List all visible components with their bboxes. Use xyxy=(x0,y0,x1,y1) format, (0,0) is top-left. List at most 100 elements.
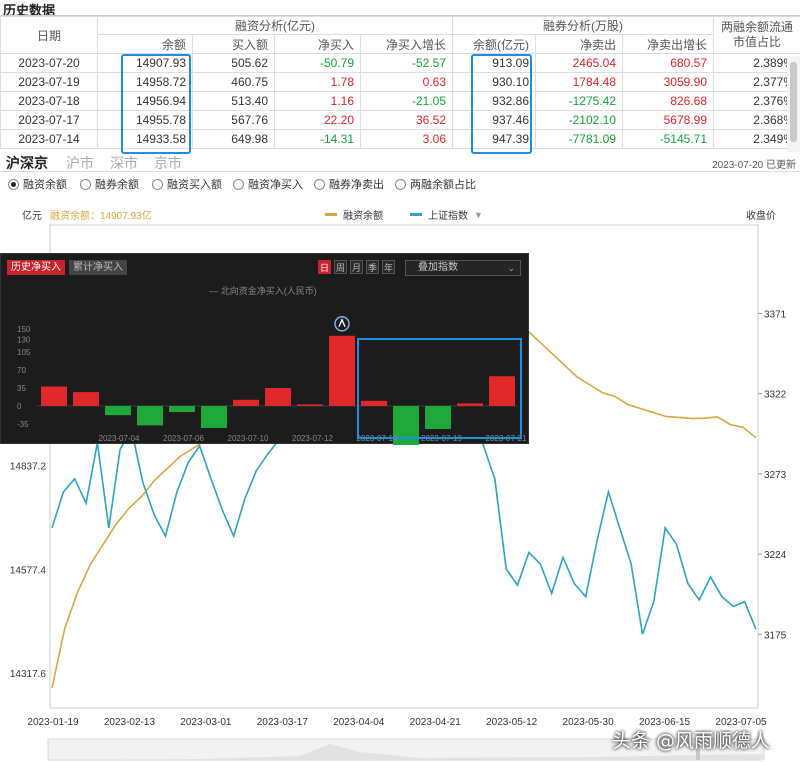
cell-net-sell-growth: 826.68 xyxy=(622,91,714,111)
radio-label: 融资净买入 xyxy=(248,179,303,191)
cell-fin-balance: 14955.78 xyxy=(97,110,193,130)
history-header: 历史数据 xyxy=(0,0,800,18)
peak-marker xyxy=(334,316,350,332)
cell-net-buy-growth: -21.05 xyxy=(360,91,453,111)
cell-buy: 513.40 xyxy=(192,91,275,111)
cell-net-sell-growth: -5145.71 xyxy=(622,129,714,149)
table-row[interactable]: 2023-07-17 14955.78 567.76 22.20 36.52 937.46… xyxy=(0,110,800,130)
radio-fin-balance[interactable]: 融资余额 xyxy=(8,176,67,192)
x-tick-label: 2023-07-10 xyxy=(228,434,269,443)
col-header[interactable]: 净买入增长 xyxy=(360,34,453,54)
cell-sec-balance: 932.86 xyxy=(452,91,536,111)
history-table: 日期 融资分析(亿元) 融券分析(万股) 两融余额流通市值占比 余额 买入额 净买入… xyxy=(0,16,800,149)
radio-sec-balance[interactable]: 融券余额 xyxy=(80,176,139,192)
cell-fin-balance: 14907.93 xyxy=(97,53,193,73)
y-tick-label: -35 xyxy=(17,420,29,429)
cell-net-buy-growth: 0.63 xyxy=(360,72,453,92)
cell-fin-balance: 14958.72 xyxy=(97,72,193,92)
cell-net-buy: 1.78 xyxy=(274,72,361,92)
cell-buy: 460.75 xyxy=(192,72,275,92)
radio-ratio[interactable]: 两融余额占比 xyxy=(395,176,476,192)
cell-buy: 649.98 xyxy=(192,129,275,149)
y-tick-label: 0 xyxy=(17,402,22,411)
x-tick-label: 2023-01-19 xyxy=(27,717,79,728)
tab-sz[interactable]: 深市 xyxy=(110,153,138,173)
radio-dot[interactable] xyxy=(233,178,244,190)
radio-dot[interactable] xyxy=(8,178,19,190)
cell-buy: 567.76 xyxy=(192,110,275,130)
x-tick-label: 2023-07-12 xyxy=(292,434,333,443)
cell-date: 2023-07-20 xyxy=(0,53,98,73)
tab-bj[interactable]: 京市 xyxy=(154,153,182,173)
table-row[interactable]: 2023-07-14 14933.58 649.98 -14.31 3.06 947.39… xyxy=(0,129,800,149)
metric-options: 融资余额 融券余额 融资买入额 融资净买入 融券净卖出 两融余额占比 xyxy=(0,176,800,194)
cell-net-buy: -14.31 xyxy=(274,129,361,149)
col-header[interactable]: 净买入 xyxy=(274,34,361,54)
group-financing: 融资分析(亿元) xyxy=(97,16,453,35)
right-tick-label: 3273 xyxy=(764,470,787,481)
bar xyxy=(105,405,131,416)
y-tick-label: 130 xyxy=(17,335,31,344)
cell-net-buy-growth: 3.06 xyxy=(360,129,453,149)
radio-label: 融券余额 xyxy=(95,179,139,191)
radio-fin-net-buy[interactable]: 融资净买入 xyxy=(233,176,303,192)
table-scrollbar-thumb[interactable] xyxy=(790,62,797,142)
group-securities: 融券分析(万股) xyxy=(452,16,714,35)
cell-net-sell: -2102.10 xyxy=(535,110,623,130)
bar xyxy=(41,386,67,406)
left-tick-label: 14317.6 xyxy=(10,669,47,680)
cell-date: 2023-07-17 xyxy=(0,110,98,130)
cell-net-buy: 22.20 xyxy=(274,110,361,130)
radio-dot[interactable] xyxy=(80,178,91,190)
bar xyxy=(233,399,259,406)
y-tick-label: 70 xyxy=(17,366,26,375)
radio-dot[interactable] xyxy=(152,178,163,190)
cell-buy: 505.62 xyxy=(192,53,275,73)
bar xyxy=(297,404,323,406)
radio-dot[interactable] xyxy=(395,178,406,190)
radio-dot[interactable] xyxy=(314,178,325,190)
col-header[interactable]: 买入额 xyxy=(192,34,275,54)
x-tick-label: 2023-04-21 xyxy=(410,717,462,728)
bar xyxy=(361,400,387,406)
tab-sh[interactable]: 沪市 xyxy=(66,153,94,173)
x-tick-label: 2023-05-12 xyxy=(486,717,538,728)
right-tick-label: 3322 xyxy=(764,390,787,401)
cell-sec-balance: 947.39 xyxy=(452,129,536,149)
cell-net-buy: -50.79 xyxy=(274,53,361,73)
cell-sec-balance: 937.46 xyxy=(452,110,536,130)
northbound-panel: 历史净买入 累计净买入 日 周 月 季 年 叠加指数 ⌄ — 北向资金净买入(人民… xyxy=(0,253,530,445)
bar xyxy=(201,405,227,428)
bar xyxy=(169,405,195,413)
cell-net-sell: -1275.42 xyxy=(535,91,623,111)
x-tick-label: 2023-04-04 xyxy=(333,717,385,728)
radio-fin-buy[interactable]: 融资买入额 xyxy=(152,176,222,192)
cell-fin-balance: 14933.58 xyxy=(97,129,193,149)
col-ratio[interactable]: 两融余额流通市值占比 xyxy=(713,16,800,54)
x-tick-label: 2023-07-06 xyxy=(163,434,204,443)
cell-sec-balance: 930.10 xyxy=(452,72,536,92)
y-tick-label: 35 xyxy=(17,384,26,393)
tab-all-markets[interactable]: 沪深京 xyxy=(6,153,48,173)
col-header[interactable]: 净卖出 xyxy=(535,34,623,54)
col-header[interactable]: 余额 xyxy=(97,34,193,54)
cell-sec-balance: 913.09 xyxy=(452,53,536,73)
radio-sec-net-sell[interactable]: 融券净卖出 xyxy=(314,176,384,192)
bar xyxy=(265,388,291,406)
col-header[interactable]: 净卖出增长 xyxy=(622,34,714,54)
table-row[interactable]: 2023-07-18 14956.94 513.40 1.16 -21.05 932.86… xyxy=(0,91,800,111)
table-row[interactable]: 2023-07-20 14907.93 505.62 -50.79 -52.57 913.… xyxy=(0,53,800,73)
col-date[interactable]: 日期 xyxy=(0,16,98,54)
northbound-bar-chart[interactable]: — 北向资金净买入(人民币) -35 0 35 70 105 130150 2023-07-0… xyxy=(1,254,530,445)
x-tick-label: 2023-03-01 xyxy=(180,717,232,728)
x-tick-label: 2023-07-04 xyxy=(99,434,140,443)
cell-date: 2023-07-19 xyxy=(0,72,98,92)
col-header[interactable]: 余额(亿元) xyxy=(452,34,536,54)
bar xyxy=(457,403,483,406)
right-tick-label: 3371 xyxy=(764,309,787,320)
bar xyxy=(489,376,515,406)
right-tick-label: 3224 xyxy=(764,550,787,561)
table-row[interactable]: 2023-07-19 14958.72 460.75 1.78 0.63 930.10 17… xyxy=(0,72,800,92)
cell-net-sell: 2465.04 xyxy=(535,53,623,73)
right-tick-label: 3175 xyxy=(764,630,787,641)
